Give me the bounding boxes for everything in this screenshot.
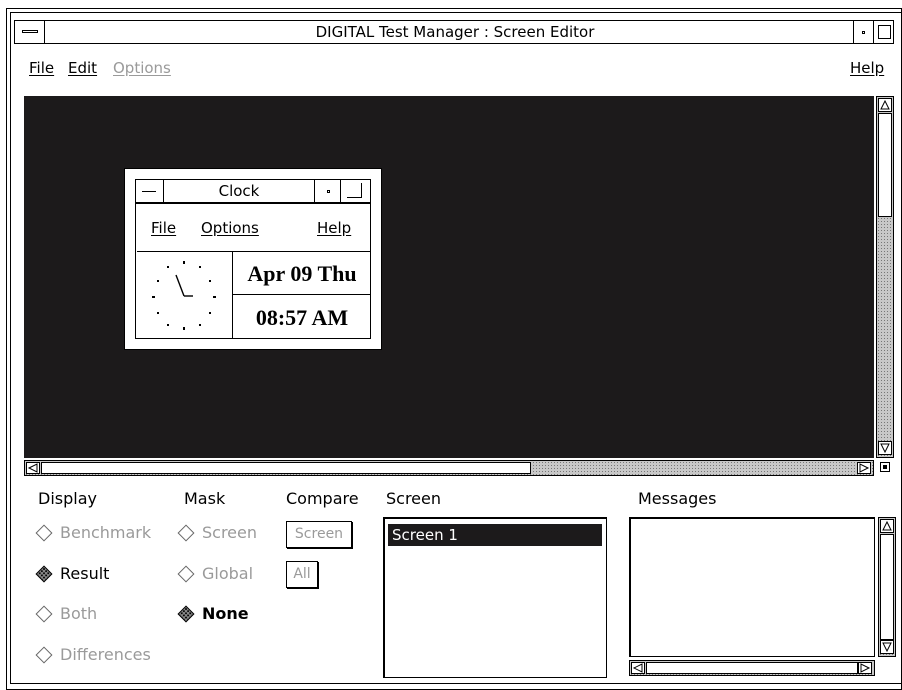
analog-clock-icon <box>152 261 216 330</box>
list-item-selected[interactable]: Screen 1 <box>388 524 602 546</box>
messages-vertical-scrollbar[interactable] <box>878 517 896 657</box>
radio-diamond-icon <box>35 524 53 542</box>
window-title: DIGITAL Test Manager : Screen Editor <box>315 23 595 41</box>
clock-maximize-button[interactable] <box>340 180 370 202</box>
display-option-result[interactable]: Result <box>34 563 164 585</box>
menu-file[interactable]: File <box>29 61 54 76</box>
messages-scroll-down-icon[interactable] <box>880 640 894 654</box>
screen-list-heading: Screen <box>386 489 442 508</box>
radio-diamond-selected-icon <box>35 565 53 583</box>
clock-minimize-icon <box>327 190 330 193</box>
radio-diamond-selected-icon <box>177 605 195 623</box>
clock-window[interactable]: Clock File Options Help Apr 09 Thu 08:57… <box>124 168 382 350</box>
minimize-icon <box>862 31 865 34</box>
scroll-down-arrow-icon[interactable] <box>878 441 892 455</box>
menu-edit[interactable]: Edit <box>68 61 97 76</box>
compare-screen-button[interactable]: Screen <box>286 521 352 548</box>
radio-diamond-icon <box>35 605 53 623</box>
mask-none-label: None <box>202 604 249 623</box>
display-option-differences[interactable]: Differences <box>34 644 174 666</box>
clock-menu-options[interactable]: Options <box>201 221 259 236</box>
clock-menu-file[interactable]: File <box>151 221 176 236</box>
mask-option-screen[interactable]: Screen <box>176 522 276 544</box>
clock-minimize-button[interactable] <box>314 180 340 202</box>
mask-option-none[interactable]: None <box>176 603 276 625</box>
messages-scroll-left-icon[interactable] <box>631 662 645 674</box>
clock-menu-bar-icon <box>142 191 156 192</box>
menu-bar: File Edit Options Help <box>14 52 894 86</box>
scrollbar-corner-icon <box>880 462 890 472</box>
screen-list-item: Screen 1 <box>392 526 458 544</box>
display-result-label: Result <box>60 564 110 583</box>
display-differences-label: Differences <box>60 645 151 664</box>
compare-all-button[interactable]: All <box>286 561 318 588</box>
display-option-both[interactable]: Both <box>34 603 164 625</box>
display-heading: Display <box>38 489 97 508</box>
clock-window-menu-icon[interactable] <box>136 180 164 202</box>
radio-diamond-icon <box>177 524 195 542</box>
screen-canvas[interactable]: Clock File Options Help Apr 09 Thu 08:57… <box>24 96 874 458</box>
canvas-vertical-scrollbar[interactable] <box>876 96 894 458</box>
clock-date: Apr 09 Thu <box>247 261 357 286</box>
maximize-icon <box>878 25 891 39</box>
clock-title: Clock <box>218 182 260 200</box>
canvas-horizontal-scroll-thumb[interactable] <box>41 462 531 474</box>
scroll-right-arrow-icon[interactable] <box>857 462 871 474</box>
display-both-label: Both <box>60 604 98 623</box>
scroll-up-arrow-icon[interactable] <box>878 98 892 112</box>
title-bar[interactable]: DIGITAL Test Manager : Screen Editor <box>14 20 894 44</box>
messages-text-area[interactable] <box>629 517 875 657</box>
mask-option-global[interactable]: Global <box>176 563 276 585</box>
messages-scroll-up-icon[interactable] <box>880 519 894 533</box>
messages-horizontal-scrollbar[interactable] <box>629 660 875 676</box>
clock-time-box: 08:57 AM <box>233 295 371 339</box>
menu-options[interactable]: Options <box>113 61 171 76</box>
clock-face-panel <box>137 251 233 339</box>
radio-diamond-icon <box>177 565 195 583</box>
radio-diamond-icon <box>35 646 53 664</box>
canvas-horizontal-scrollbar[interactable] <box>24 460 874 476</box>
scroll-left-arrow-icon[interactable] <box>26 462 40 474</box>
screen-list[interactable]: Screen 1 <box>383 517 607 678</box>
minimize-button[interactable] <box>853 21 873 43</box>
messages-horizontal-scroll-thumb[interactable] <box>646 662 858 674</box>
mask-heading: Mask <box>184 489 226 508</box>
maximize-button[interactable] <box>873 21 893 43</box>
clock-menu-help[interactable]: Help <box>317 221 351 236</box>
mask-screen-label: Screen <box>202 523 258 542</box>
menu-help[interactable]: Help <box>850 61 884 76</box>
clock-title-bar[interactable]: Clock <box>135 179 371 203</box>
clock-date-box: Apr 09 Thu <box>233 251 371 295</box>
display-benchmark-label: Benchmark <box>60 523 152 542</box>
compare-heading: Compare <box>286 489 359 508</box>
canvas-vertical-scroll-thumb[interactable] <box>878 113 892 217</box>
mask-global-label: Global <box>202 564 254 583</box>
messages-scroll-right-icon[interactable] <box>858 662 872 674</box>
messages-heading: Messages <box>638 489 717 508</box>
messages-vertical-scroll-thumb[interactable] <box>880 534 894 640</box>
display-option-benchmark[interactable]: Benchmark <box>34 522 164 544</box>
clock-maximize-icon <box>347 183 362 198</box>
clock-time: 08:57 AM <box>255 305 349 330</box>
